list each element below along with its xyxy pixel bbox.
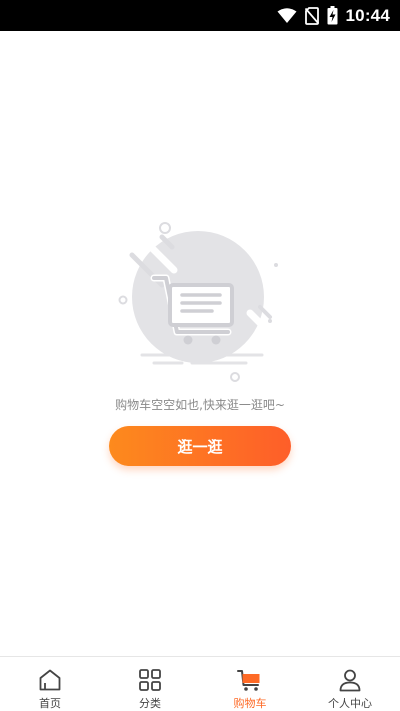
bottom-tab-bar: 首页 分类 购物车 个人中心	[0, 656, 400, 711]
empty-cart-message: 购物车空空如也,快来逛一逛吧~	[115, 398, 285, 412]
tab-label: 首页	[39, 697, 61, 710]
cart-icon	[237, 667, 263, 692]
empty-cart-state	[0, 215, 400, 385]
status-bar: 10:44	[0, 0, 400, 31]
home-icon	[37, 667, 63, 692]
go-shopping-button[interactable]: 逛一逛	[109, 426, 291, 466]
category-grid-icon	[137, 667, 163, 692]
tab-category[interactable]: 分类	[100, 657, 200, 711]
tab-label: 购物车	[233, 697, 267, 710]
status-time: 10:44	[345, 5, 390, 25]
tab-label: 个人中心	[328, 697, 372, 710]
tab-profile[interactable]: 个人中心	[300, 657, 400, 711]
user-icon	[337, 667, 363, 692]
tab-label: 分类	[139, 697, 161, 710]
wifi-icon	[277, 7, 297, 24]
tab-home[interactable]: 首页	[0, 657, 100, 711]
empty-cart-icon	[118, 222, 278, 382]
battery-charging-icon	[327, 6, 338, 25]
no-sim-icon	[304, 6, 319, 25]
tab-cart[interactable]: 购物车	[200, 657, 300, 711]
